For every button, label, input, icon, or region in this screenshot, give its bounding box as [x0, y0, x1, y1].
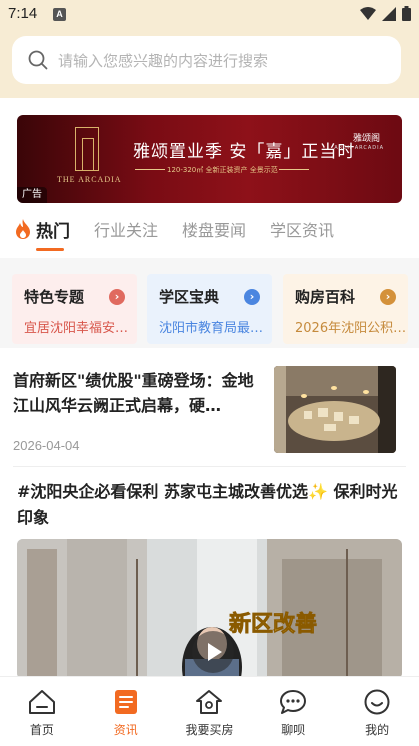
- main-content[interactable]: THE ARCADIA 雅颂置业季 安「嘉」正当时 120-320㎡ 全新正装资…: [0, 98, 419, 676]
- wifi-icon: [360, 6, 376, 20]
- battery-icon: [402, 6, 411, 21]
- banner-title: 雅颂置业季 安「嘉」正当时: [133, 142, 356, 162]
- tab-industry[interactable]: 行业关注: [94, 217, 158, 241]
- news-thumbnail: [274, 366, 396, 453]
- chevron-right-icon: ›: [109, 289, 125, 305]
- banner-divider: [135, 169, 165, 170]
- video-thumbnail[interactable]: 新区改善: [17, 539, 402, 676]
- chevron-right-icon: ›: [244, 289, 260, 305]
- banner-logo-icon: [75, 127, 99, 171]
- nav-mine[interactable]: 我的: [335, 677, 419, 746]
- category-tabs: 热门 行业关注 楼盘要闻 学区资讯: [14, 216, 358, 251]
- nav-label: 首页: [29, 723, 54, 737]
- fire-icon: [16, 219, 30, 239]
- nav-buy-house[interactable]: 我要买房: [168, 677, 252, 746]
- news-title: 首府新区"绩优股"重磅登场：金地江山风华云阙正式启幕，硬…: [13, 371, 254, 415]
- chat-icon: [280, 690, 307, 714]
- card-desc: 宜居沈阳幸福安…: [24, 321, 129, 336]
- card-buying-encyclopedia[interactable]: 购房百科 2026年沈阳公积… ›: [283, 274, 408, 344]
- nav-label: 我的: [365, 723, 390, 737]
- news-icon: [114, 690, 137, 714]
- news-date: 2026-04-04: [13, 438, 80, 453]
- status-bar: 7:14 A: [0, 0, 419, 30]
- nav-chat[interactable]: 聊呗: [251, 677, 335, 746]
- news-title: #沈阳央企必看保利 苏家屯主城改善优选✨ 保利时光印象: [17, 482, 398, 527]
- card-special-topics[interactable]: 特色专题 宜居沈阳幸福安… ›: [12, 274, 137, 344]
- status-time: 7:14: [8, 5, 38, 22]
- card-desc: 沈阳市教育局最…: [159, 321, 264, 336]
- signal-icon: [382, 6, 396, 21]
- tab-underline: [36, 247, 64, 251]
- news-item-video[interactable]: #沈阳央企必看保利 苏家屯主城改善优选✨ 保利时光印象 新区改善: [0, 467, 419, 676]
- tab-property-news[interactable]: 楼盘要闻: [182, 217, 246, 241]
- banner-ad[interactable]: THE ARCADIA 雅颂置业季 安「嘉」正当时 120-320㎡ 全新正装资…: [17, 115, 402, 203]
- category-cards: 特色专题 宜居沈阳幸福安… › 学区宝典 沈阳市教育局最… › 购房百科 202…: [0, 258, 419, 348]
- nav-home[interactable]: 首页: [0, 677, 84, 746]
- ad-label: 广告: [17, 187, 47, 203]
- banner-brand: 雅颂阁: [352, 134, 380, 144]
- card-school-guide[interactable]: 学区宝典 沈阳市教育局最… ›: [147, 274, 272, 344]
- banner-en-text: THE ARCADIA: [57, 175, 122, 184]
- video-caption: 新区改善: [229, 611, 317, 637]
- smile-icon: [364, 689, 390, 715]
- tab-hot[interactable]: 热门: [14, 217, 70, 251]
- banner-divider: [279, 169, 309, 170]
- banner-brand-sub: ARCH ARCADIA: [334, 145, 384, 151]
- search-bar[interactable]: 请输入您感兴趣的内容进行搜索: [12, 36, 401, 84]
- news-item[interactable]: 首府新区"绩优股"重磅登场：金地江山风华云阙正式启幕，硬… 2026-04-04: [0, 356, 419, 466]
- nav-label: 聊呗: [281, 723, 306, 737]
- nav-news[interactable]: 资讯: [84, 677, 168, 746]
- search-placeholder: 请输入您感兴趣的内容进行搜索: [58, 51, 269, 70]
- banner-subtitle: 120-320㎡ 全新正装资产 全景示范: [167, 166, 278, 174]
- tab-school-district[interactable]: 学区资讯: [270, 217, 334, 241]
- buy-house-icon: [196, 690, 223, 714]
- play-icon[interactable]: [192, 631, 234, 673]
- header: 请输入您感兴趣的内容进行搜索: [0, 30, 419, 98]
- home-icon: [28, 690, 55, 714]
- tab-label: 热门: [36, 221, 70, 242]
- chevron-right-icon: ›: [380, 289, 396, 305]
- nav-label: 资讯: [113, 723, 138, 737]
- bottom-nav: 首页 资讯 我要买房 聊呗 我的: [0, 676, 419, 746]
- search-icon: [28, 50, 48, 70]
- status-icons: [360, 6, 411, 21]
- nav-label: 我要买房: [185, 723, 234, 737]
- notification-icon: A: [53, 8, 66, 21]
- card-desc: 2026年沈阳公积…: [295, 321, 405, 336]
